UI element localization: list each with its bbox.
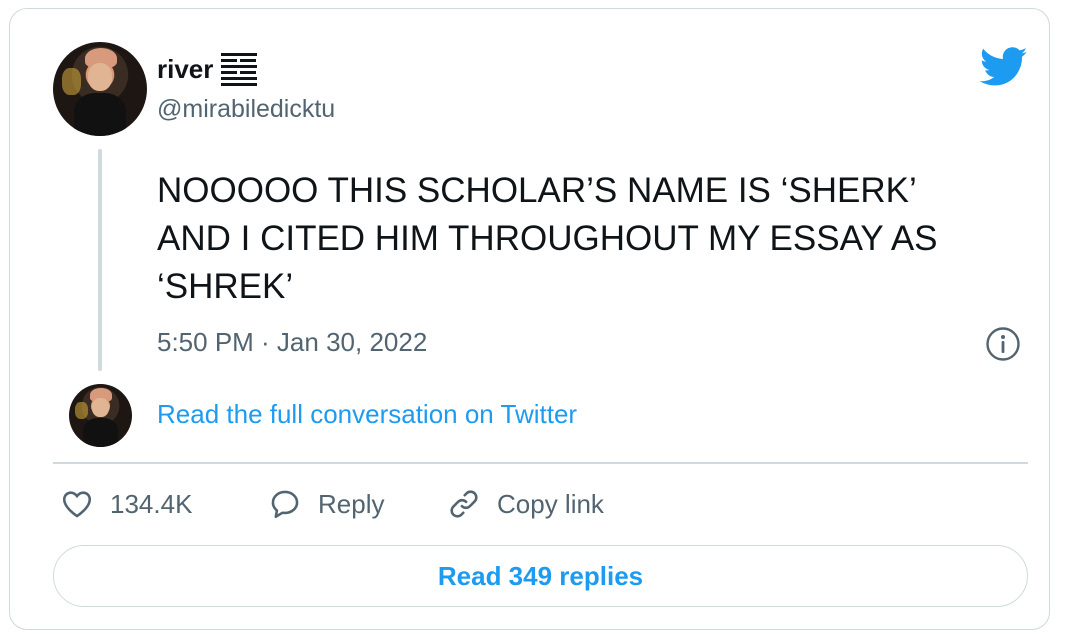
copy-link-button[interactable]: Copy link [447,487,604,521]
like-button[interactable]: 134.4K [60,487,192,521]
read-replies-button[interactable]: Read 349 replies [53,545,1028,607]
read-full-conversation-link[interactable]: Read the full conversation on Twitter [157,399,577,430]
reply-button[interactable]: Reply [268,487,384,521]
speech-bubble-icon [271,490,299,519]
tweet-text: NOOOOO THIS SCHOLAR’S NAME IS ‘SHERK’ AN… [157,171,938,306]
info-icon[interactable] [985,326,1021,362]
author-avatar[interactable] [53,42,147,136]
hexagram-emoji-icon [221,53,258,86]
read-replies-label: Read 349 replies [437,560,644,591]
display-name-text: river [157,54,214,84]
reply-author-avatar[interactable] [69,384,132,447]
author-display-name[interactable]: river [157,53,258,86]
like-count: 134.4K [110,488,193,519]
tweet-timestamp[interactable]: 5:50 PM · Jan 30, 2022 [157,327,427,358]
author-handle[interactable]: @mirabiledicktu [157,95,335,124]
heart-icon [62,491,92,518]
divider [53,462,1028,464]
link-icon [450,490,478,518]
tweet-card: river @mirabiledicktu NOOOOO THIS SCHOLA… [9,8,1050,630]
reply-label: Reply [318,488,385,519]
copy-link-label: Copy link [497,488,604,519]
thread-line [98,149,102,371]
twitter-bird-icon[interactable] [980,47,1028,87]
